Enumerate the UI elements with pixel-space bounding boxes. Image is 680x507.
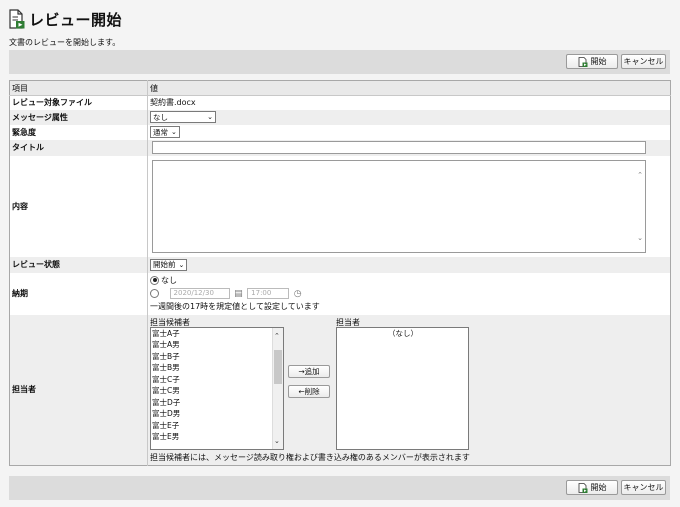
row-message-attr: メッセージ属性 なし ⌄ bbox=[9, 109, 671, 125]
page-title: レビュー開始 bbox=[29, 10, 123, 29]
candidate-item[interactable]: 富士B男 bbox=[151, 362, 283, 374]
candidate-item[interactable]: 富士E男 bbox=[151, 431, 283, 443]
start-icon bbox=[578, 482, 587, 493]
deadline-date-radio[interactable] bbox=[150, 289, 159, 298]
chevron-down-icon: ⌄ bbox=[207, 113, 213, 121]
candidates-scrollbar[interactable]: ⌃ ⌄ bbox=[272, 327, 283, 449]
urgency-value: 通常 bbox=[153, 127, 168, 137]
top-toolbar: 開始 キャンセル bbox=[9, 50, 670, 74]
candidate-item[interactable]: 富士A男 bbox=[151, 339, 283, 351]
urgency-label: 緊急度 bbox=[9, 124, 148, 140]
review-status-label: レビュー状態 bbox=[9, 256, 148, 273]
scroll-down-icon[interactable]: ⌄ bbox=[274, 437, 280, 445]
row-title: タイトル bbox=[9, 139, 671, 156]
row-content: 内容 ⌃ ⌄ bbox=[9, 155, 671, 257]
message-attr-label: メッセージ属性 bbox=[9, 109, 148, 125]
urgency-select[interactable]: 通常 ⌄ bbox=[150, 126, 180, 138]
scroll-up-icon[interactable]: ⌃ bbox=[637, 171, 643, 179]
assignee-label: 担当者 bbox=[9, 314, 148, 465]
start-button[interactable]: 開始 bbox=[566, 480, 618, 495]
row-deadline: 納期 なし 2020/12/30 ▤ 17:00 ◷ 一週間後の17時を規定値と… bbox=[9, 272, 671, 315]
chevron-down-icon: ⌄ bbox=[178, 260, 185, 269]
assigned-listbox[interactable]: （なし） bbox=[336, 326, 469, 450]
clock-icon[interactable]: ◷ bbox=[294, 287, 302, 301]
calendar-icon[interactable]: ▤ bbox=[234, 287, 243, 301]
message-attr-select[interactable]: なし ⌄ bbox=[150, 111, 216, 123]
assignee-note: 担当候補者には、メッセージ読み取り権および書き込み権のあるメンバーが表示されます bbox=[150, 452, 470, 462]
page-subtitle: 文書のレビューを開始します。 bbox=[9, 38, 121, 47]
header-item: 項目 bbox=[9, 80, 148, 96]
title-input[interactable] bbox=[152, 141, 646, 154]
start-button-label: 開始 bbox=[590, 57, 607, 66]
remove-button[interactable]: ←削除 bbox=[288, 384, 330, 398]
deadline-note: 一週間後の17時を規定値として設定しています bbox=[150, 301, 320, 311]
start-icon bbox=[578, 56, 587, 67]
content-textarea[interactable]: ⌃ ⌄ bbox=[152, 159, 646, 253]
review-form-table: 項目 値 レビュー対象ファイル 契約書.docx メッセージ属性 なし ⌄ 緊急… bbox=[9, 80, 671, 466]
start-button-label: 開始 bbox=[590, 483, 607, 492]
candidate-item[interactable]: 富士D男 bbox=[151, 408, 283, 420]
candidate-item[interactable]: 富士A子 bbox=[151, 328, 283, 340]
cancel-button[interactable]: キャンセル bbox=[621, 480, 666, 495]
add-button[interactable]: →追加 bbox=[288, 364, 330, 378]
document-start-icon bbox=[9, 9, 25, 29]
row-target-file: レビュー対象ファイル 契約書.docx bbox=[9, 95, 671, 110]
cancel-button[interactable]: キャンセル bbox=[621, 54, 666, 69]
scroll-down-icon[interactable]: ⌄ bbox=[637, 234, 643, 242]
candidate-item[interactable]: 富士E子 bbox=[151, 420, 283, 432]
deadline-date-input[interactable]: 2020/12/30 bbox=[169, 288, 230, 299]
chevron-down-icon: ⌄ bbox=[171, 128, 177, 136]
deadline-none-label: なし bbox=[161, 275, 177, 285]
table-header-row: 項目 値 bbox=[9, 80, 671, 96]
target-file-value: 契約書.docx bbox=[150, 98, 196, 108]
candidates-listbox[interactable]: 富士A子 富士A男 富士B子 富士B男 富士C子 富士C男 富士D子 富士D男 富士E子 富士E男… bbox=[150, 326, 284, 450]
bottom-toolbar: 開始 キャンセル bbox=[9, 476, 670, 500]
row-assignee: 担当者 担当候補者 富士A子 富士A男 富士B子 富士B男 富士C子 富士C男 富士D子 富士… bbox=[9, 314, 671, 465]
deadline-label: 納期 bbox=[9, 272, 148, 315]
candidate-item[interactable]: 富士C子 bbox=[151, 374, 283, 386]
scrollbar-thumb[interactable] bbox=[274, 349, 282, 384]
row-review-status: レビュー状態 開始前 ⌄ bbox=[9, 256, 671, 273]
scroll-up-icon[interactable]: ⌃ bbox=[274, 332, 280, 340]
target-file-label: レビュー対象ファイル bbox=[9, 95, 148, 110]
review-status-select[interactable]: 開始前 ⌄ bbox=[150, 258, 188, 271]
header-value: 値 bbox=[147, 80, 671, 96]
row-urgency: 緊急度 通常 ⌄ bbox=[9, 124, 671, 140]
candidate-item[interactable]: 富士B子 bbox=[151, 351, 283, 363]
deadline-time-input[interactable]: 17:00 bbox=[247, 288, 290, 299]
candidate-item[interactable]: 富士C男 bbox=[151, 385, 283, 397]
assigned-empty: （なし） bbox=[388, 328, 418, 338]
candidate-item[interactable]: 富士D子 bbox=[151, 397, 283, 409]
start-button[interactable]: 開始 bbox=[566, 54, 618, 69]
deadline-none-radio[interactable] bbox=[150, 275, 159, 285]
page-header: レビュー開始 bbox=[9, 8, 122, 30]
message-attr-value: なし bbox=[153, 112, 168, 122]
review-status-value: 開始前 bbox=[153, 260, 176, 269]
title-field-label: タイトル bbox=[9, 139, 148, 156]
content-label: 内容 bbox=[9, 155, 148, 257]
